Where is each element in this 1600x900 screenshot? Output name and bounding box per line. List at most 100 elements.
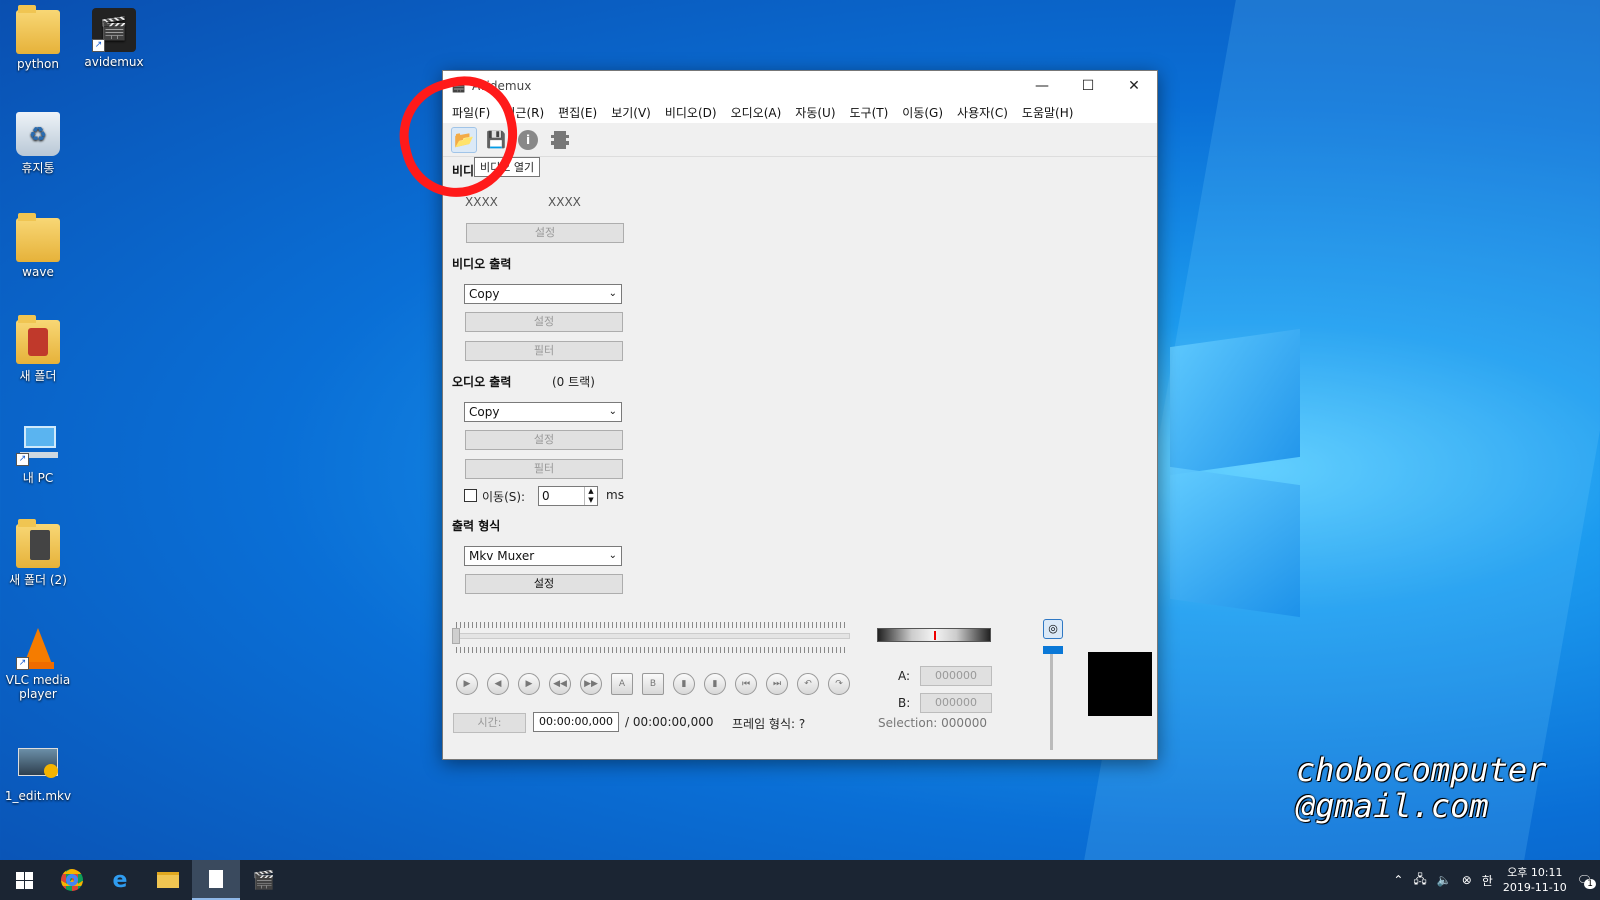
desktop-icon-vlc[interactable]: ↗ VLC media player <box>0 626 76 701</box>
avidemux-icon: 🎬 <box>252 869 276 891</box>
recycle-bin-icon: ♻ <box>16 112 60 156</box>
next-keyframe-button[interactable]: ▶▶ <box>580 673 602 695</box>
warning-icon[interactable]: ⊗ <box>1462 873 1472 887</box>
menu-go[interactable]: 이동(G) <box>895 101 950 123</box>
folder-icon <box>16 5 60 54</box>
chrome-taskbar-button[interactable] <box>48 860 96 900</box>
jog-shuttle[interactable] <box>877 628 991 642</box>
forward-60s-button[interactable]: ↷ <box>828 673 850 695</box>
info-icon: i <box>518 129 538 150</box>
menu-auto[interactable]: 자동(U) <box>788 101 842 123</box>
audio-shift-input[interactable]: 0 ▲ ▼ <box>538 486 598 506</box>
close-button[interactable]: ✕ <box>1111 71 1157 101</box>
current-time-input[interactable]: 00:00:00,000 <box>533 712 619 732</box>
desktop-icon-new-folder[interactable]: 새 폴더 <box>0 315 76 384</box>
maximize-button[interactable]: ☐ <box>1065 71 1111 101</box>
goto-marker-b-button[interactable]: ▮ <box>704 673 726 695</box>
marker-a-label: A: <box>898 669 911 683</box>
minimize-button[interactable]: — <box>1019 71 1065 101</box>
speaker-icon[interactable]: 🔈 <box>1437 873 1452 887</box>
prev-keyframe-button[interactable]: ◀◀ <box>549 673 571 695</box>
clock[interactable]: 오후 10:11 2019-11-10 <box>1503 865 1567 895</box>
desktop-icon-recycle-bin[interactable]: ♻ 휴지통 <box>0 112 76 176</box>
video-codec-select[interactable]: Copy ⌄ <box>464 284 622 304</box>
audio-filters-button[interactable]: 필터 <box>465 459 623 479</box>
time-label-button[interactable]: 시간: <box>453 713 526 733</box>
desktop-icon-video-file[interactable]: 1_edit.mkv <box>0 742 76 803</box>
volume-slider[interactable] <box>1050 650 1053 750</box>
menu-video[interactable]: 비디오(D) <box>658 101 724 123</box>
next-frame-button[interactable]: ▶ <box>518 673 540 695</box>
vlc-icon: ↗ <box>16 626 60 670</box>
notepad-taskbar-button[interactable] <box>192 860 240 900</box>
system-tray: ⌃ 🖧 🔈 ⊗ 한 오후 10:11 2019-11-10 🗨1 <box>1393 865 1600 895</box>
audio-config-button[interactable]: 설정 <box>465 430 623 450</box>
edge-icon: e <box>112 867 128 893</box>
volume-thumb[interactable] <box>1043 646 1063 654</box>
film-button[interactable] <box>547 127 573 153</box>
shortcut-arrow-icon: ↗ <box>16 657 29 670</box>
back-60s-button[interactable]: ↶ <box>797 673 819 695</box>
menu-view[interactable]: 보기(V) <box>604 101 658 123</box>
chevron-up-icon[interactable]: ⌃ <box>1393 873 1403 887</box>
timeline-ruler-bottom <box>456 647 848 653</box>
jog-needle <box>934 631 936 640</box>
decoder-config-button[interactable]: 설정 <box>466 223 624 243</box>
menu-edit[interactable]: 편집(E) <box>551 101 604 123</box>
desktop-icon-new-folder-2[interactable]: 새 폴더 (2) <box>0 519 76 588</box>
marker-a-value: 000000 <box>920 666 992 686</box>
timeline-thumb[interactable] <box>452 628 460 644</box>
edge-taskbar-button[interactable]: e <box>96 860 144 900</box>
explorer-taskbar-button[interactable] <box>144 860 192 900</box>
muxer-select[interactable]: Mkv Muxer ⌄ <box>464 546 622 566</box>
windows-logo-pane <box>1170 466 1300 618</box>
marker-b-label: B: <box>898 696 911 710</box>
volume-icon[interactable]: ◎ <box>1043 619 1063 639</box>
video-file-icon <box>16 742 60 786</box>
spin-arrows-icon[interactable]: ▲ ▼ <box>584 487 597 505</box>
desktop-icon-this-pc[interactable]: ↗ 내 PC <box>0 422 76 486</box>
start-button[interactable] <box>0 860 48 900</box>
goto-marker-a-button[interactable]: ▮ <box>673 673 695 695</box>
desktop-icon-wave[interactable]: wave <box>0 213 76 279</box>
info-button[interactable]: i <box>515 127 541 153</box>
menu-tools[interactable]: 도구(T) <box>843 101 896 123</box>
audio-shift-checkbox[interactable] <box>464 489 477 502</box>
menu-audio[interactable]: 오디오(A) <box>724 101 789 123</box>
taskbar: e 🎬 ⌃ 🖧 🔈 ⊗ 한 오후 10:11 2019-11-10 🗨1 <box>0 860 1600 900</box>
notification-icon[interactable]: 🗨1 <box>1577 873 1596 889</box>
menu-help[interactable]: 도움말(H) <box>1015 101 1081 123</box>
folder-icon <box>16 315 60 364</box>
menu-bar: 파일(F) 최근(R) 편집(E) 보기(V) 비디오(D) 오디오(A) 자동… <box>443 101 1157 123</box>
windows-icon <box>15 871 33 889</box>
total-time: / 00:00:00,000 <box>625 715 714 729</box>
folder-icon <box>157 872 179 888</box>
decoder-value-2: XXXX <box>548 195 581 209</box>
prev-frame-button[interactable]: ◀ <box>487 673 509 695</box>
set-marker-b-button[interactable]: B <box>642 673 664 695</box>
muxer-config-button[interactable]: 설정 <box>465 574 623 594</box>
desktop-icon-avidemux[interactable]: 🎬 ↗ avidemux <box>76 8 152 69</box>
wallpaper-beam <box>1084 0 1600 860</box>
video-filters-button[interactable]: 필터 <box>465 341 623 361</box>
timeline-slider[interactable] <box>454 633 850 639</box>
computer-icon: ↗ <box>16 422 60 466</box>
toolbar: 📂 💾 i <box>443 123 1157 157</box>
play-button[interactable]: ▶ <box>456 673 478 695</box>
desktop-icon-python[interactable]: python <box>0 5 76 71</box>
video-preview <box>1088 652 1152 716</box>
avidemux-taskbar-button[interactable]: 🎬 <box>240 860 288 900</box>
menu-custom[interactable]: 사용자(C) <box>950 101 1015 123</box>
audio-shift-unit: ms <box>606 488 624 502</box>
ime-indicator[interactable]: 한 <box>1482 872 1493 889</box>
decoder-value-1: XXXX <box>465 195 498 209</box>
output-format-label: 출력 형식 <box>452 519 501 533</box>
goto-end-button[interactable]: ⏭ <box>766 673 788 695</box>
audio-codec-select[interactable]: Copy ⌄ <box>464 402 622 422</box>
audio-track-count: (0 트랙) <box>552 375 595 389</box>
video-config-button[interactable]: 설정 <box>465 312 623 332</box>
goto-start-button[interactable]: ⏮ <box>735 673 757 695</box>
chevron-down-icon: ⌄ <box>608 288 617 299</box>
set-marker-a-button[interactable]: A <box>611 673 633 695</box>
network-icon[interactable]: 🖧 <box>1413 870 1426 891</box>
